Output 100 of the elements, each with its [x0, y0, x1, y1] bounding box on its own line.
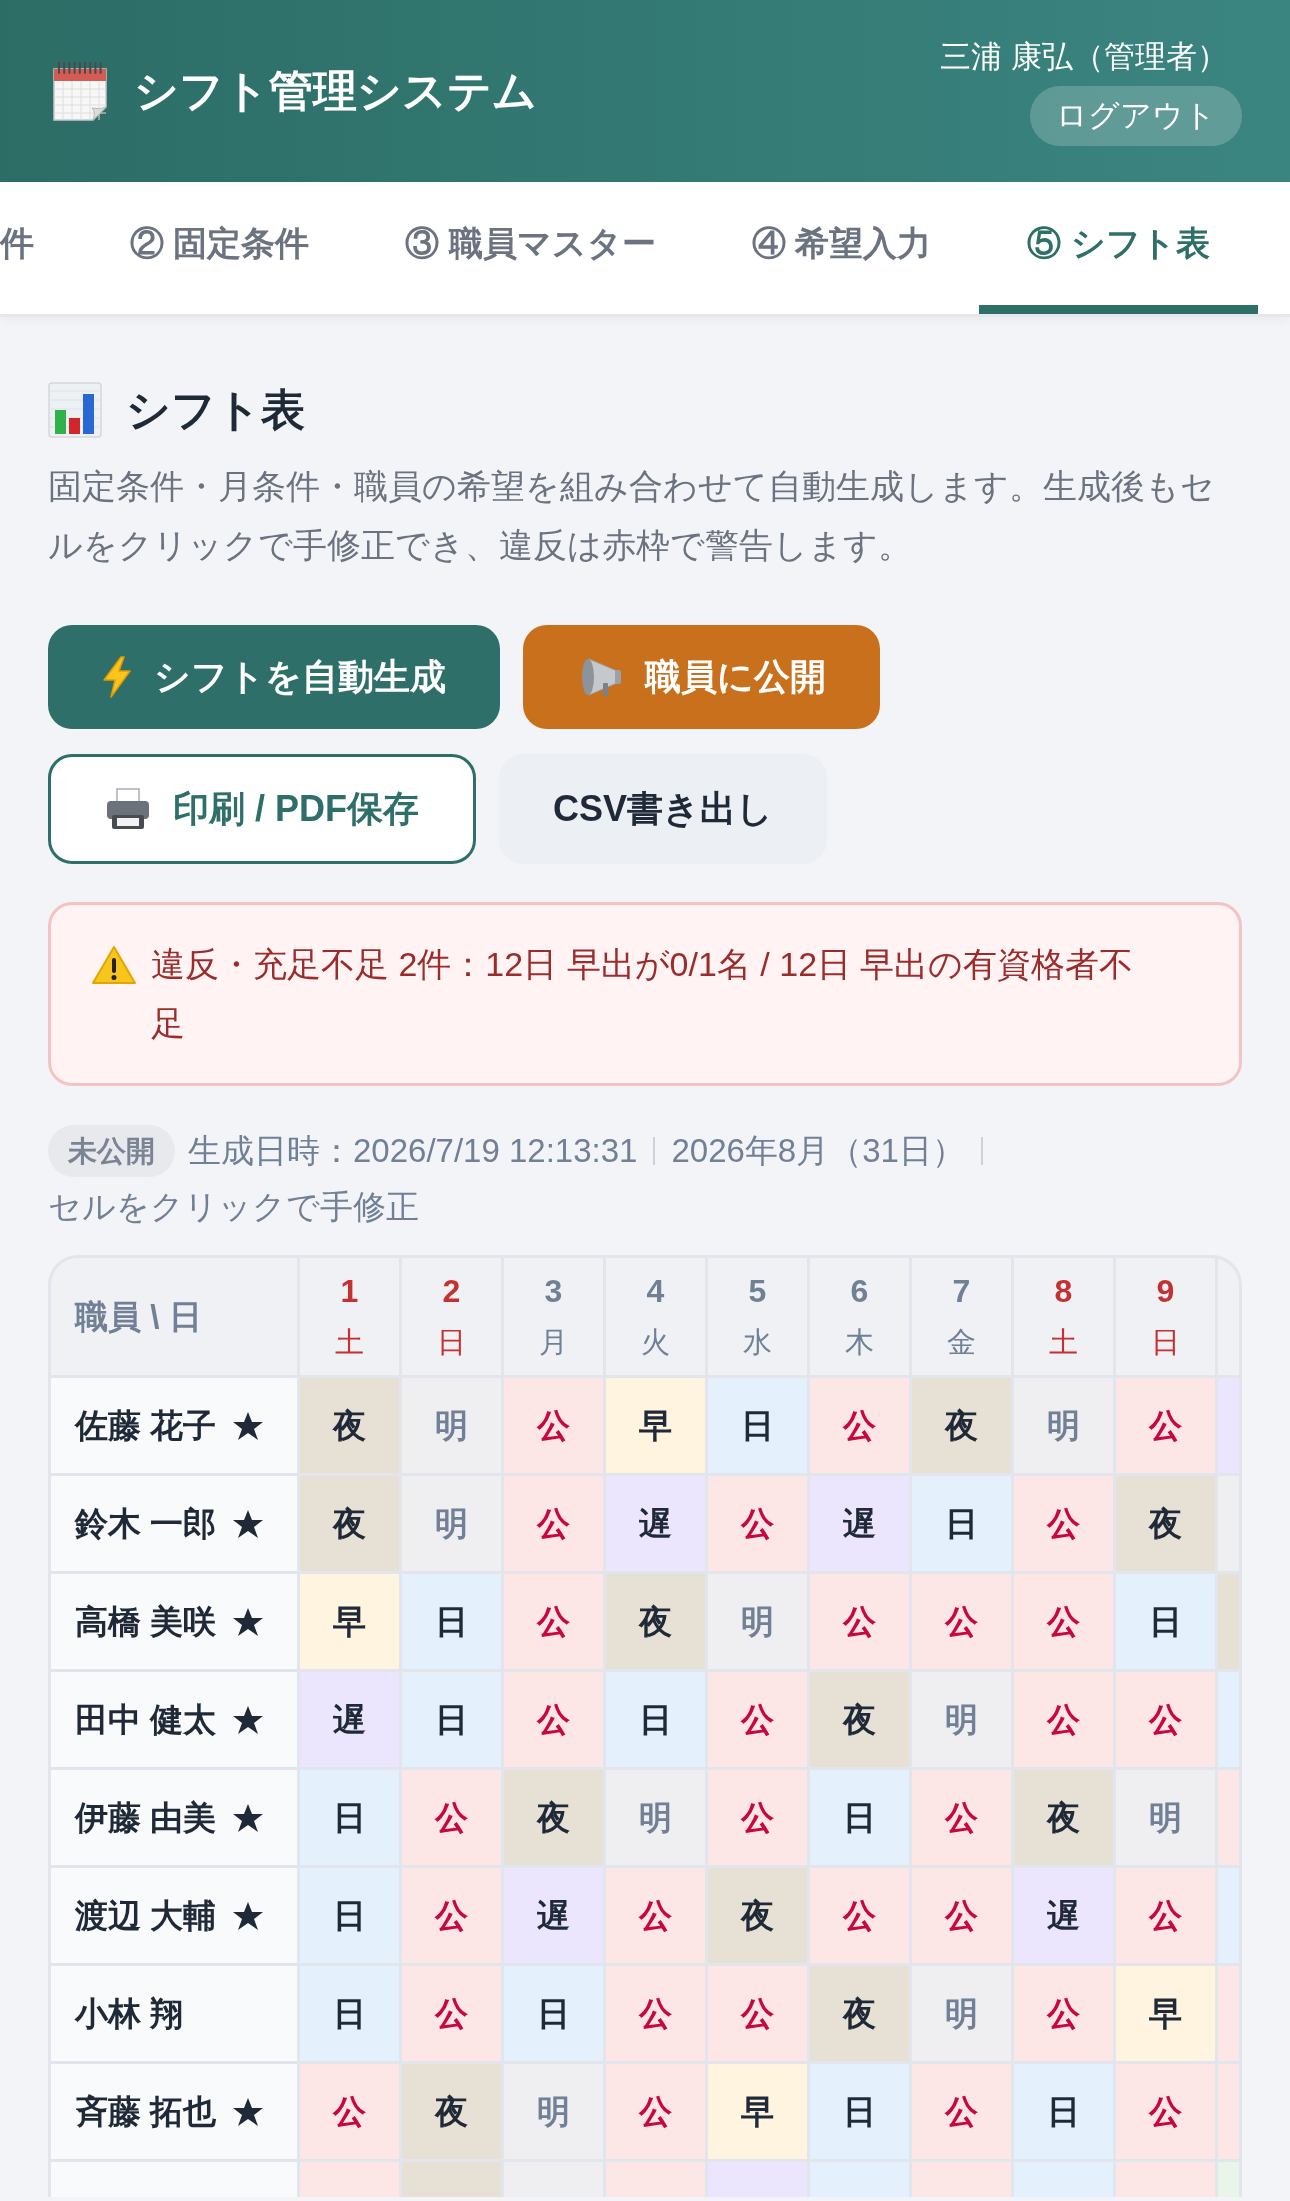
- weekday-label: 木: [845, 1324, 874, 1360]
- shift-cell[interactable]: 公: [810, 1574, 909, 1669]
- shift-cell[interactable]: 明: [606, 1770, 705, 1865]
- weekday-label: 日: [1151, 1324, 1180, 1360]
- shift-cell[interactable]: 夜: [810, 1966, 909, 2061]
- shift-cell[interactable]: 公: [912, 2064, 1011, 2159]
- shift-cell[interactable]: 夜: [708, 1868, 807, 1963]
- lightning-icon: [102, 656, 132, 698]
- shift-cell[interactable]: 公: [504, 1476, 603, 1571]
- shift-cell[interactable]: 夜: [300, 1476, 399, 1571]
- shift-cell[interactable]: 早: [300, 1574, 399, 1669]
- shift-cell[interactable]: 日: [504, 1966, 603, 2061]
- shift-cell[interactable]: 明: [912, 1966, 1011, 2061]
- shift-cell[interactable]: 公: [912, 1574, 1011, 1669]
- shift-cell[interactable]: 明: [402, 1378, 501, 1473]
- shift-cell[interactable]: 日: [708, 1378, 807, 1473]
- staff-name: 鈴木 一郎: [75, 1503, 217, 1544]
- shift-cell[interactable]: 日: [300, 1966, 399, 2061]
- shift-cell[interactable]: 夜: [606, 1574, 705, 1669]
- shift-cell[interactable]: 公: [504, 1574, 603, 1669]
- shift-cell[interactable]: 公: [1116, 1378, 1215, 1473]
- shift-cell[interactable]: 早: [1116, 1966, 1215, 2061]
- shift-cell[interactable]: 明: [708, 1574, 807, 1669]
- shift-cell[interactable]: 早: [606, 1378, 705, 1473]
- action-button[interactable]: 印刷 / PDF保存: [48, 754, 476, 864]
- tab[interactable]: ② 固定条件: [82, 182, 358, 314]
- shift-cell[interactable]: 日: [300, 1868, 399, 1963]
- shift-cell[interactable]: 公: [1116, 1868, 1215, 1963]
- shift-cell[interactable]: 日: [402, 1574, 501, 1669]
- shift-cell[interactable]: 公: [810, 1378, 909, 1473]
- shift-cell[interactable]: 公: [708, 1672, 807, 1767]
- shift-cell[interactable]: 公: [300, 2064, 399, 2159]
- tab[interactable]: ⑤ シフト表: [979, 182, 1258, 314]
- shift-cell[interactable]: 公: [1116, 1672, 1215, 1767]
- shift-cell[interactable]: 日: [300, 1770, 399, 1865]
- shift-cell[interactable]: 公: [402, 1770, 501, 1865]
- shift-cell[interactable]: 遅: [504, 1868, 603, 1963]
- shift-cell[interactable]: 日: [810, 2064, 909, 2159]
- shift-cell[interactable]: 遅: [1014, 1868, 1113, 1963]
- shift-cell[interactable]: 夜: [1014, 1770, 1113, 1865]
- weekday-label: 水: [743, 1324, 772, 1360]
- shift-cell[interactable]: 夜: [810, 1672, 909, 1767]
- logout-button[interactable]: ログアウト: [1030, 86, 1242, 146]
- shift-cell[interactable]: 公: [1014, 1672, 1113, 1767]
- staff-name: 渡辺 大輔: [75, 1895, 217, 1936]
- shift-cell[interactable]: 遅: [300, 1672, 399, 1767]
- day-number: 1: [340, 1271, 359, 1311]
- shift-cell[interactable]: 公: [504, 1378, 603, 1473]
- shift-cell[interactable]: 日: [606, 1672, 705, 1767]
- day-number: 6: [850, 1271, 869, 1311]
- action-button[interactable]: シフトを自動生成: [48, 625, 500, 729]
- shift-cell[interactable]: 公: [402, 1966, 501, 2061]
- day-number: 8: [1054, 1271, 1073, 1311]
- status-text: セルをクリックで手修正: [48, 1187, 419, 1227]
- shift-cell[interactable]: 公: [810, 1868, 909, 1963]
- shift-cell[interactable]: 日: [402, 1672, 501, 1767]
- shift-cell[interactable]: 遅: [810, 1476, 909, 1571]
- shift-cell[interactable]: 公: [708, 1966, 807, 2061]
- shift-cell[interactable]: 夜: [1116, 1476, 1215, 1571]
- table-header-cell: 職員 \ 日: [51, 1258, 297, 1375]
- staff-name: 田中 健太: [75, 1699, 217, 1740]
- shift-cell[interactable]: 明: [504, 2064, 603, 2159]
- weekday-label: 金: [947, 1324, 976, 1360]
- user-name: 三浦 康弘（管理者）: [940, 38, 1229, 76]
- action-button[interactable]: 職員に公開: [523, 625, 880, 729]
- shift-cell[interactable]: 公: [402, 1868, 501, 1963]
- staff-name: 伊藤 由美: [75, 1797, 217, 1838]
- shift-cell[interactable]: 夜: [402, 2064, 501, 2159]
- shift-cell[interactable]: 公: [1116, 2064, 1215, 2159]
- shift-cell[interactable]: 公: [606, 1966, 705, 2061]
- status-badge: 未公開: [48, 1125, 175, 1177]
- shift-cell[interactable]: 公: [1014, 1476, 1113, 1571]
- shift-cell[interactable]: 明: [1116, 1770, 1215, 1865]
- shift-cell[interactable]: 公: [912, 1868, 1011, 1963]
- shift-cell[interactable]: 公: [1014, 1574, 1113, 1669]
- shift-cell[interactable]: 公: [606, 1868, 705, 1963]
- shift-cell[interactable]: 日: [810, 1770, 909, 1865]
- shift-cell[interactable]: 日: [1014, 2064, 1113, 2159]
- shift-cell[interactable]: 公: [912, 1770, 1011, 1865]
- shift-cell[interactable]: 早: [708, 2064, 807, 2159]
- warning-message: 違反・充足不足 2件：12日 早出が0/1名 / 12日 早出の有資格者不足: [151, 944, 1135, 1044]
- tab[interactable]: ③ 職員マスター: [357, 182, 704, 314]
- shift-cell[interactable]: 明: [402, 1476, 501, 1571]
- shift-cell[interactable]: 公: [708, 1476, 807, 1571]
- shift-cell[interactable]: 夜: [300, 1378, 399, 1473]
- shift-cell[interactable]: 夜: [504, 1770, 603, 1865]
- shift-cell[interactable]: 公: [708, 1770, 807, 1865]
- shift-cell[interactable]: 明: [912, 1672, 1011, 1767]
- action-button[interactable]: CSV書き出し: [499, 754, 828, 864]
- day-number: 5: [748, 1271, 767, 1311]
- shift-cell[interactable]: 日: [912, 1476, 1011, 1571]
- shift-cell[interactable]: 公: [606, 2064, 705, 2159]
- tab[interactable]: ④ 希望入力: [703, 182, 980, 314]
- shift-cell[interactable]: 公: [1014, 1966, 1113, 2061]
- shift-cell[interactable]: 夜: [912, 1378, 1011, 1473]
- shift-cell[interactable]: 遅: [606, 1476, 705, 1571]
- shift-cell[interactable]: 公: [504, 1672, 603, 1767]
- staff-name: 高橋 美咲: [75, 1601, 217, 1642]
- shift-cell[interactable]: 日: [1116, 1574, 1215, 1669]
- shift-cell[interactable]: 明: [1014, 1378, 1113, 1473]
